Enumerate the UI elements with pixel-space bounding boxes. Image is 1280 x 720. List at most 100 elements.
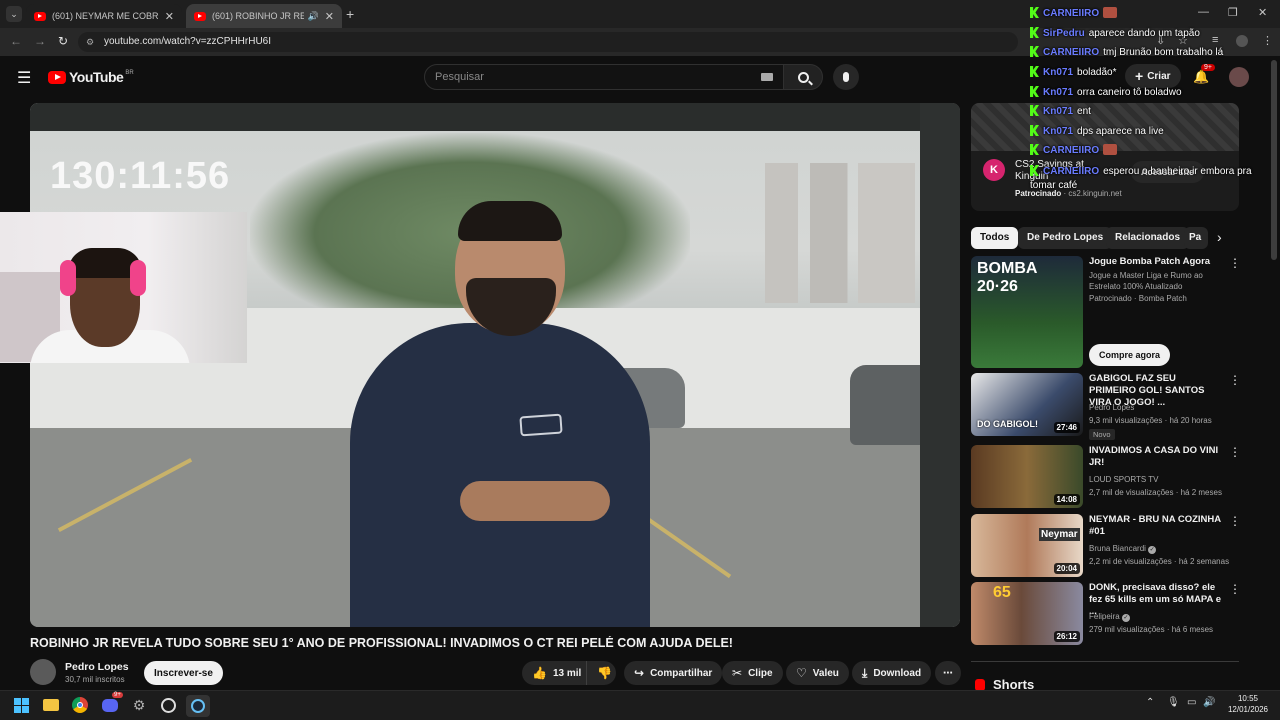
chrome-icon[interactable]	[70, 695, 90, 715]
clip-button[interactable]: ✂ Clipe	[722, 661, 783, 685]
recommendation-channel: Felipeira ✓	[1089, 612, 1130, 622]
kick-icon	[1030, 165, 1039, 176]
tray-volume-icon[interactable]: 🔊	[1203, 697, 1215, 708]
obs-icon[interactable]	[158, 695, 178, 715]
recommendation-thumbnail[interactable]: DO GABIGOL! 27:46	[971, 373, 1083, 436]
search-button[interactable]	[783, 64, 823, 90]
recommendation-thumbnail[interactable]: Neymar 20:04	[971, 514, 1083, 577]
dislike-button[interactable]: 👎	[586, 661, 616, 685]
more-vertical-icon[interactable]: ⋮	[1229, 256, 1241, 270]
video-player[interactable]: 130:11:56	[30, 103, 960, 627]
discord-icon[interactable]: 9+	[100, 692, 123, 715]
chat-message: Kn071 ent	[1030, 105, 1091, 117]
recommendation-thumbnail[interactable]: BOMBA 20·26	[971, 256, 1083, 368]
kick-icon	[1030, 46, 1039, 57]
tray-mic-icon[interactable]: 🎙	[1167, 697, 1180, 708]
tab-close-icon[interactable]: ✕	[325, 10, 334, 23]
chat-text: orra caneiro tô boladwo	[1077, 87, 1182, 98]
share-button[interactable]: ↪ Compartilhar	[624, 661, 723, 685]
buy-now-button[interactable]: Compre agora	[1089, 344, 1171, 366]
channel-name[interactable]: Pedro Lopes	[65, 661, 129, 673]
channel-name: Felipeira	[1089, 612, 1120, 621]
recommendation-channel: Bruna Biancardi ✓	[1089, 544, 1157, 554]
chat-text: aparece dando um tapão	[1088, 28, 1200, 39]
chip-partial[interactable]: Pa	[1184, 227, 1208, 249]
speaker-icon[interactable]: 🔊	[308, 11, 319, 22]
recommendation-item[interactable]: Neymar 20:04 NEYMAR - BRU NA COZINHA #01…	[971, 514, 1241, 578]
like-count: 13 mil	[552, 667, 582, 679]
back-icon[interactable]: ←	[10, 34, 22, 48]
hamburger-menu-icon[interactable]: ☰	[17, 68, 31, 88]
minimize-icon[interactable]: —	[1198, 6, 1209, 18]
more-vertical-icon[interactable]: ⋮	[1229, 373, 1241, 387]
settings-gear-icon[interactable]: ⚙	[129, 695, 149, 715]
thanks-button[interactable]: ♡ Valeu	[786, 661, 849, 685]
account-avatar[interactable]	[1229, 67, 1249, 87]
recommendation-item[interactable]: 14:08 INVADIMOS A CASA DO VINI JR! LOUD …	[971, 445, 1241, 509]
chip-relacionados[interactable]: Relacionados	[1106, 227, 1190, 249]
thumbnail-text: Neymar	[1039, 528, 1080, 541]
video-scene-buildings	[765, 163, 915, 303]
recommendation-thumbnail[interactable]: 65 26:12	[971, 582, 1083, 645]
download-button[interactable]: ⤓ Download	[852, 661, 932, 685]
url-field[interactable]: ⚙ youtube.com/watch?v=zzCPHHrHU6I	[78, 32, 1018, 52]
sponsored-ad-card[interactable]: K CS2 Savings at Kinguin Patrocinado · c…	[971, 103, 1239, 211]
browser-menu-icon[interactable]: ⋮	[1262, 34, 1273, 47]
thumbs-down-icon: 👎	[597, 666, 612, 680]
video-scene-hair	[458, 201, 562, 241]
tray-network-icon[interactable]: ▭	[1187, 697, 1196, 708]
subscribe-button[interactable]: Inscrever-se	[144, 661, 223, 685]
recommendation-item[interactable]: BOMBA 20·26 Jogue Bomba Patch Agora Jogu…	[971, 256, 1241, 368]
maximize-icon[interactable]: ❐	[1228, 6, 1238, 19]
windows-start-icon[interactable]	[11, 695, 31, 715]
recommendation-item[interactable]: DO GABIGOL! 27:46 GABIGOL FAZ SEU PRIMEI…	[971, 373, 1241, 440]
search-input[interactable]: Pesquisar	[424, 64, 784, 90]
site-info-icon[interactable]: ⚙	[86, 32, 94, 52]
recommendation-thumbnail[interactable]: 14:08	[971, 445, 1083, 508]
keyboard-icon[interactable]	[761, 73, 773, 81]
recommendation-description: Jogue a Master Liga e Rumo ao Estrelato …	[1089, 271, 1203, 291]
chip-todos[interactable]: Todos	[971, 227, 1019, 249]
recommendation-item[interactable]: 65 26:12 DONK, precisava disso? ele fez …	[971, 582, 1241, 646]
notifications-button[interactable]: 🔔 9+	[1193, 64, 1215, 86]
create-button[interactable]: + Criar	[1125, 64, 1181, 88]
tab-robinho[interactable]: (601) ROBINHO JR REVELA 🔊 ✕	[186, 4, 342, 28]
video-scene-shirt-logo	[519, 413, 563, 437]
stream-timer: 130:11:56	[50, 155, 231, 197]
recommendation-title: INVADIMOS A CASA DO VINI JR!	[1089, 445, 1219, 468]
youtube-logo[interactable]: YouTube BR	[48, 69, 134, 85]
channel-avatar[interactable]	[30, 659, 56, 685]
chip-de-pedro-lopes[interactable]: De Pedro Lopes	[1018, 227, 1113, 249]
tab-search-icon[interactable]: ⌄	[6, 6, 22, 22]
chat-message: CARNEIIRO esperou o banheiro ir embora pr…	[1030, 165, 1260, 193]
tab-neymar[interactable]: (601) NEYMAR ME COBROU DE ✕	[26, 4, 182, 28]
chips-next-icon[interactable]: ›	[1217, 229, 1222, 245]
reload-icon[interactable]: ↻	[58, 34, 68, 48]
file-explorer-icon[interactable]	[41, 695, 61, 715]
chat-message: Kn071 orra caneiro tô boladwo	[1030, 86, 1182, 98]
close-window-icon[interactable]: ✕	[1258, 6, 1267, 19]
voice-search-button[interactable]	[833, 64, 859, 90]
tab-close-icon[interactable]: ✕	[165, 10, 174, 23]
like-button[interactable]: 👍 13 mil	[522, 661, 586, 685]
chat-text: dps aparece na live	[1077, 126, 1164, 137]
create-label: Criar	[1147, 70, 1171, 82]
super-thanks-icon: ♡	[796, 666, 807, 680]
more-vertical-icon[interactable]: ⋮	[1229, 514, 1241, 528]
subscribe-label: Inscrever-se	[154, 667, 213, 679]
profile-avatar[interactable]	[1236, 35, 1248, 47]
more-vertical-icon[interactable]: ⋮	[1229, 582, 1241, 596]
more-actions-button[interactable]: ⋯	[935, 661, 961, 685]
recommendation-title: Jogue Bomba Patch Agora	[1089, 256, 1211, 267]
verified-icon: ✓	[1148, 546, 1157, 554]
tray-chevron-icon[interactable]: ⌃	[1146, 697, 1154, 708]
page-scrollbar[interactable]	[1271, 60, 1277, 260]
new-tab-button[interactable]: +	[346, 6, 354, 22]
share-icon: ↪	[634, 666, 645, 680]
more-vertical-icon[interactable]: ⋮	[1229, 445, 1241, 459]
tab-list-icon[interactable]: ≡	[1212, 34, 1218, 46]
steam-icon[interactable]	[186, 695, 210, 717]
taskbar-clock[interactable]: 10:55 12/01/2026	[1220, 693, 1276, 715]
chat-message: SirPedru aparece dando um tapão	[1030, 27, 1200, 39]
forward-icon[interactable]: →	[34, 34, 46, 48]
